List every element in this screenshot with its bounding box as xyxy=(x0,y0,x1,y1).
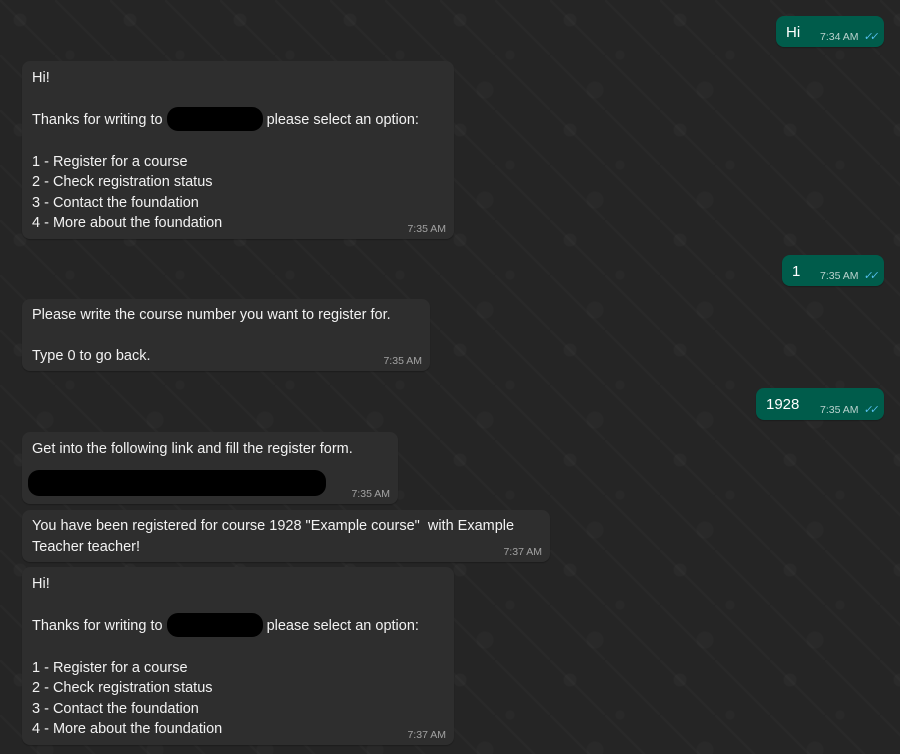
message-line xyxy=(32,89,444,110)
message-text: Hi xyxy=(786,24,801,41)
message-line xyxy=(32,131,444,152)
message-text: 1928 xyxy=(766,396,800,413)
incoming-message-menu[interactable]: Hi! Thanks for writing to please select a… xyxy=(22,61,454,239)
message-line: 3 - Contact the foundation xyxy=(32,700,199,717)
message-line: 3 - Contact the foundation xyxy=(32,194,199,211)
message-timestamp: 7:35 AM xyxy=(383,355,422,367)
message-line: 1 - Register for a course xyxy=(32,153,188,170)
message-timestamp: 7:34 AM ✓✓ xyxy=(820,31,877,43)
double-check-icon: ✓✓ xyxy=(862,404,877,416)
message-line: Type 0 to go back. xyxy=(32,348,151,364)
outgoing-message-1[interactable]: 1 7:35 AM ✓✓ xyxy=(782,255,884,286)
incoming-message-course-prompt[interactable]: Please write the course number you want … xyxy=(22,299,430,371)
incoming-message-menu-repeat[interactable]: Hi! Thanks for writing to please select a… xyxy=(22,567,454,745)
message-line: 4 - More about the foundation xyxy=(32,215,223,231)
message-line xyxy=(32,326,420,347)
message-timestamp: 7:37 AM xyxy=(503,546,542,558)
message-timestamp: 7:35 AM xyxy=(407,223,446,235)
message-line: You have been registered for course 1928… xyxy=(32,518,515,534)
redacted-name xyxy=(166,107,263,131)
message-line: 1 - Register for a course xyxy=(32,659,188,676)
message-line: 2 - Check registration status xyxy=(32,174,213,190)
message-line: Thanks for writing to please select an op… xyxy=(32,107,444,131)
message-timestamp: 7:35 AM ✓✓ xyxy=(820,270,877,282)
message-line: Get into the following link and fill the… xyxy=(32,441,353,457)
redacted-name xyxy=(166,613,263,637)
double-check-icon: ✓✓ xyxy=(862,270,877,282)
message-line: Hi! xyxy=(32,576,50,592)
message-timestamp: 7:35 AM ✓✓ xyxy=(820,404,877,416)
message-line: 2 - Check registration status xyxy=(32,680,213,696)
incoming-message-registered[interactable]: You have been registered for course 1928… xyxy=(22,510,550,562)
message-line xyxy=(28,469,388,496)
message-line: Hi! xyxy=(32,70,50,86)
message-timestamp: 7:37 AM xyxy=(407,729,446,741)
message-timestamp: 7:35 AM xyxy=(351,488,390,500)
message-line xyxy=(32,637,444,658)
message-line xyxy=(32,595,444,616)
message-line: Thanks for writing to please select an op… xyxy=(32,613,444,637)
incoming-message-link[interactable]: Get into the following link and fill the… xyxy=(22,432,398,504)
outgoing-message-hi[interactable]: Hi 7:34 AM ✓✓ xyxy=(776,16,884,47)
redacted-link[interactable] xyxy=(28,469,326,496)
message-text: 1 xyxy=(792,263,801,280)
outgoing-message-1928[interactable]: 1928 7:35 AM ✓✓ xyxy=(756,388,884,420)
message-line: Teacher teacher! xyxy=(32,538,141,555)
message-line: 4 - More about the foundation xyxy=(32,721,223,737)
double-check-icon: ✓✓ xyxy=(862,31,877,43)
message-line: Please write the course number you want … xyxy=(32,307,391,323)
